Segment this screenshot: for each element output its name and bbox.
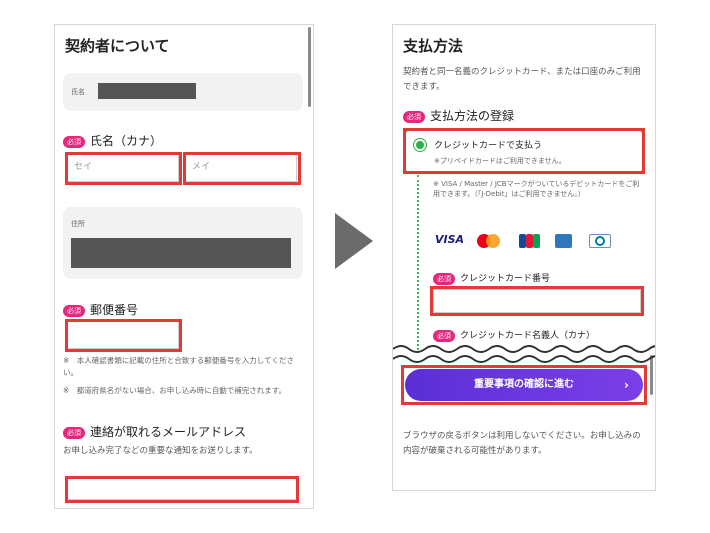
payment-description: 契約者と同一名義のクレジットカード、または口座のみご利用できます。: [403, 67, 641, 92]
postal-code-input[interactable]: [67, 321, 179, 349]
debit-note: ※ VISA / Master / JCBマークがついているデビットカードをご利…: [433, 180, 640, 198]
visa-logo-icon: VISA: [435, 233, 465, 246]
required-badge: 必須: [63, 304, 85, 317]
credit-card-option[interactable]: クレジットカードで支払う ※プリペイドカードはご利用できません。: [405, 130, 643, 173]
email-description: お申し込み完了などの重要な通知をお送りします。: [63, 446, 258, 456]
required-badge: 必須: [63, 135, 85, 148]
redacted-address: [71, 238, 291, 268]
card-number-label: クレジットカード番号: [460, 274, 551, 284]
sei-input[interactable]: セイ: [67, 154, 179, 182]
payment-method-panel: 支払方法 契約者と同一名義のクレジットカード、または口座のみご利用できます。 必…: [392, 24, 656, 491]
register-label: 支払方法の登録: [430, 109, 515, 123]
mei-input[interactable]: メイ: [185, 154, 297, 182]
postal-label: 郵便番号: [90, 303, 139, 317]
confirm-important-items-button[interactable]: 重要事項の確認に進む ›: [405, 369, 643, 401]
postal-label-row: 必須 郵便番号: [63, 301, 138, 318]
cut-wave-divider: [393, 345, 655, 363]
section-title: 契約者について: [65, 37, 170, 55]
jcb-logo-icon: [519, 233, 541, 249]
diners-club-logo-icon: [589, 233, 611, 249]
option-label: クレジットカードで支払う: [434, 141, 543, 151]
scrollbar[interactable]: [308, 27, 311, 107]
required-badge: 必須: [63, 426, 85, 439]
section-title: 支払方法: [403, 37, 464, 55]
footer-note: ブラウザの戻るボタンは利用しないでください。お申し込みの内容が破棄される可能性が…: [403, 431, 641, 456]
redacted-name: [98, 83, 196, 99]
card-number-label-row: 必須 クレジットカード番号: [433, 271, 550, 285]
name-label: 氏名: [71, 88, 85, 96]
option-connector: [417, 175, 419, 350]
postal-note-1: ※ 本人確認書類に記載の住所と合致する郵便番号を入力してください。: [63, 356, 294, 377]
mastercard-logo-icon: [477, 233, 501, 249]
contractor-form-panel: 契約者について 氏名 必須 氏名（カナ） セイ メイ 住所 必須 郵便番号 ※ 本人…: [54, 24, 314, 509]
address-label: 住所: [71, 220, 85, 228]
amex-logo-icon: [555, 233, 573, 249]
kana-label-row: 必須 氏名（カナ）: [63, 132, 162, 149]
chevron-right-icon: ›: [624, 378, 629, 392]
postal-note-2: ※ 都道府県名がない場合、お申し込み時に自動で補完されます。: [63, 386, 287, 395]
option-note: ※プリペイドカードはご利用できません。: [434, 157, 566, 165]
radio-selected-icon[interactable]: [416, 141, 424, 149]
email-label-row: 必須 連絡が取れるメールアドレス: [63, 423, 246, 440]
kana-label: 氏名（カナ）: [90, 134, 163, 148]
cta-label: 重要事項の確認に進む: [474, 379, 574, 390]
name-readonly-field: 氏名: [63, 73, 303, 111]
card-number-input[interactable]: [433, 289, 641, 313]
address-readonly-field: 住所: [63, 207, 303, 279]
register-label-row: 必須 支払方法の登録: [403, 107, 514, 124]
next-step-arrow-icon: [335, 213, 373, 269]
email-label: 連絡が取れるメールアドレス: [90, 425, 247, 439]
required-badge: 必須: [433, 272, 455, 285]
required-badge: 必須: [403, 110, 425, 123]
email-input[interactable]: [67, 478, 297, 500]
